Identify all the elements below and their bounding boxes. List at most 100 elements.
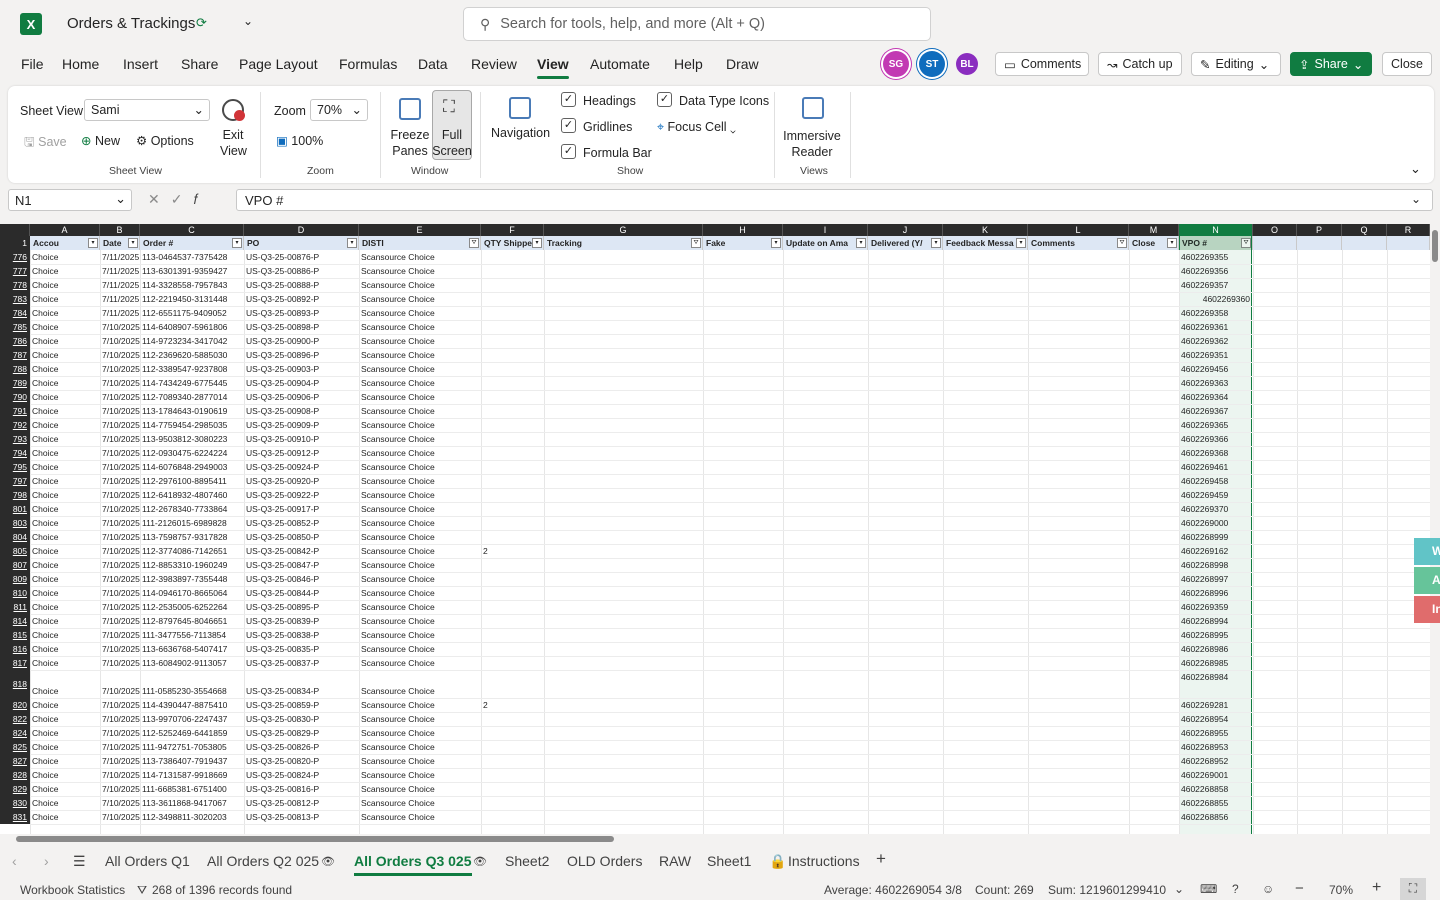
cell-date[interactable]: 7/10/2025 [100, 530, 140, 544]
cell-po[interactable]: US-Q3-25-00920-P [244, 474, 359, 488]
cell-po[interactable]: US-Q3-25-00830-P [244, 712, 359, 726]
cell-vpo[interactable]: 4602269358 [1179, 306, 1252, 320]
cell-account[interactable]: Choice [30, 754, 100, 768]
cell-disti[interactable]: Scansource Choice [359, 558, 481, 572]
column-header[interactable]: D [244, 224, 359, 236]
cell-date[interactable]: 7/11/2025 [100, 250, 140, 264]
cell-date[interactable]: 7/10/2025 [100, 768, 140, 782]
cell-vpo[interactable]: 4602269367 [1179, 404, 1252, 418]
cell-account[interactable]: Choice [30, 474, 100, 488]
cell-po[interactable]: US-Q3-25-00826-P [244, 740, 359, 754]
row-header[interactable]: 797 [0, 474, 30, 488]
cell-vpo[interactable]: 4602269000 [1179, 516, 1252, 530]
cell-po[interactable]: US-Q3-25-00838-P [244, 628, 359, 642]
cell-disti[interactable]: Scansource Choice [359, 796, 481, 810]
cell-order[interactable]: 113-0464537-7375428 [140, 250, 244, 264]
cell-order[interactable]: 112-3983897-7355448 [140, 572, 244, 586]
column-header[interactable]: L [1028, 224, 1129, 236]
workbook-statistics[interactable]: Workbook Statistics [20, 883, 125, 897]
cell-po[interactable]: US-Q3-25-00896-P [244, 348, 359, 362]
cell-account[interactable]: Choice [30, 320, 100, 334]
row-header[interactable]: 827 [0, 754, 30, 768]
sheet-tab-active[interactable]: All Orders Q3 025 [354, 853, 472, 876]
cell-disti[interactable]: Scansource Choice [359, 390, 481, 404]
cell-account[interactable]: Choice [30, 684, 100, 698]
row-header[interactable]: 809 [0, 572, 30, 586]
cell-order[interactable]: 113-9503812-3080223 [140, 432, 244, 446]
row-header[interactable]: 828 [0, 768, 30, 782]
cell-qty[interactable] [481, 684, 544, 698]
cell-qty[interactable] [481, 474, 544, 488]
row-header[interactable]: 801 [0, 502, 30, 516]
cell-order[interactable]: 113-3611868-9417067 [140, 796, 244, 810]
cell-order[interactable]: 113-9970706-2247437 [140, 712, 244, 726]
headings-checkbox[interactable]: ✓ [561, 92, 576, 107]
filter-dropdown-icon[interactable]: ▾ [931, 238, 941, 248]
column-header[interactable]: P [1297, 224, 1342, 236]
cell-account[interactable]: Choice [30, 516, 100, 530]
cell-vpo[interactable]: 4602268954 [1179, 712, 1252, 726]
cell-qty[interactable] [481, 348, 544, 362]
cell-vpo[interactable]: 4602268985 [1179, 656, 1252, 670]
options-button[interactable]: ⚙ Options [136, 133, 194, 148]
row-header[interactable]: 814 [0, 614, 30, 628]
cell-vpo[interactable]: 4602269370 [1179, 502, 1252, 516]
cell-qty[interactable]: 2 [481, 544, 544, 558]
cell-po[interactable]: US-Q3-25-00876-P [244, 250, 359, 264]
cell-qty[interactable] [481, 404, 544, 418]
cell-po[interactable]: US-Q3-25-00824-P [244, 768, 359, 782]
column-header[interactable]: N [1179, 224, 1253, 236]
cell-vpo[interactable]: 4602268998 [1179, 558, 1252, 572]
row-header[interactable]: 810 [0, 586, 30, 600]
cell-order[interactable]: 112-8797645-8046651 [140, 614, 244, 628]
column-header[interactable]: B [100, 224, 140, 236]
row-header[interactable]: 788 [0, 362, 30, 376]
row-header[interactable]: 829 [0, 782, 30, 796]
cell-order[interactable]: 112-8853310-1960249 [140, 558, 244, 572]
cell-order[interactable]: 112-6551175-9409052 [140, 306, 244, 320]
row-header[interactable]: 798 [0, 488, 30, 502]
row-header[interactable]: 795 [0, 460, 30, 474]
cell-disti[interactable]: Scansource Choice [359, 502, 481, 516]
gridlines-checkbox[interactable]: ✓ [561, 118, 576, 133]
sheet-tab[interactable]: Sheet1 [707, 853, 751, 869]
cell-account[interactable]: Choice [30, 586, 100, 600]
cell-disti[interactable]: Scansource Choice [359, 684, 481, 698]
cell-order[interactable]: 114-6408907-5961806 [140, 320, 244, 334]
cell-date[interactable]: 7/11/2025 [100, 278, 140, 292]
cell-disti[interactable]: Scansource Choice [359, 572, 481, 586]
cell-qty[interactable] [481, 614, 544, 628]
add-sheet-icon[interactable]: + [876, 849, 886, 869]
cell-po[interactable]: US-Q3-25-00909-P [244, 418, 359, 432]
cell-disti[interactable]: Scansource Choice [359, 306, 481, 320]
zoom-level[interactable]: 70% [1329, 883, 1353, 897]
cell-disti[interactable]: Scansource Choice [359, 810, 481, 824]
cell-vpo[interactable]: 4602269362 [1179, 334, 1252, 348]
filter-active-icon[interactable]: ⛛ [1117, 238, 1127, 248]
column-header[interactable]: E [359, 224, 481, 236]
scroll-thumb[interactable] [16, 836, 614, 842]
avatar[interactable]: BL [956, 53, 978, 75]
menu-formulas[interactable]: Formulas [339, 56, 397, 72]
cell-vpo[interactable]: 4602269364 [1179, 390, 1252, 404]
cell-order[interactable]: 114-3328558-7957843 [140, 278, 244, 292]
cell-vpo[interactable]: 4602268995 [1179, 628, 1252, 642]
row-header[interactable]: 815 [0, 628, 30, 642]
row-header[interactable]: 785 [0, 320, 30, 334]
cell-order[interactable]: 112-0930475-6224224 [140, 446, 244, 460]
cell-vpo[interactable]: 4602269363 [1179, 376, 1252, 390]
expand-formula-icon[interactable]: ⌄ [1411, 192, 1421, 206]
spreadsheet-grid[interactable]: A B C D E F G H I J K L M N O P Q R 1 Accou ▾ Date ▾ Order # ▾ PO… [0, 224, 1430, 834]
row-header[interactable]: 777 [0, 264, 30, 278]
cell-date[interactable]: 7/10/2025 [100, 432, 140, 446]
row-header[interactable]: 818 [0, 670, 30, 698]
cell-date[interactable]: 7/10/2025 [100, 796, 140, 810]
cell-order[interactable]: 113-1784643-0190619 [140, 404, 244, 418]
feedback-icon[interactable]: ☺ [1262, 882, 1274, 896]
cell-date[interactable]: 7/10/2025 [100, 614, 140, 628]
cell-po[interactable]: US-Q3-25-00852-P [244, 516, 359, 530]
cell-vpo[interactable]: 4602269356 [1179, 264, 1252, 278]
cell-account[interactable]: Choice [30, 334, 100, 348]
cell-date[interactable]: 7/10/2025 [100, 642, 140, 656]
cell-qty[interactable] [481, 432, 544, 446]
